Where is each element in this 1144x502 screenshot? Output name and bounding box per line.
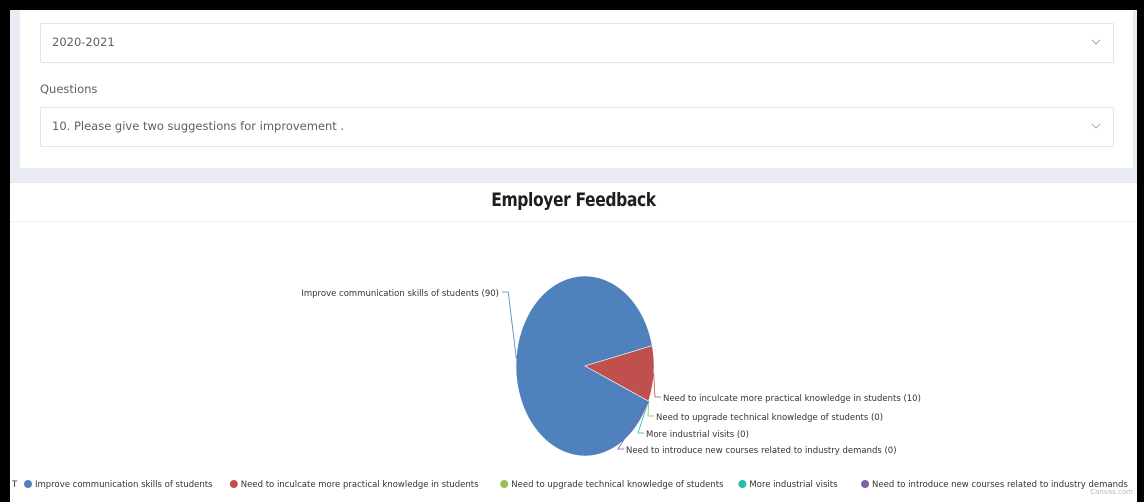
leader-line: [502, 291, 517, 359]
questions-label: Questions: [40, 82, 98, 96]
legend-marker: [738, 480, 747, 488]
chevron-down-icon: [1091, 123, 1101, 129]
year-select[interactable]: 2020-2021: [40, 23, 1114, 63]
legend-item-label: More industrial visits: [749, 480, 838, 490]
leader-line: [647, 400, 654, 417]
legend-item-label: Improve communication skills of students: [35, 480, 213, 490]
page: 2020-2021 Questions 10. Please give two …: [10, 10, 1137, 502]
question-select[interactable]: 10. Please give two suggestions for impr…: [40, 107, 1114, 147]
data-label: Need to upgrade technical knowledge of s…: [656, 413, 883, 423]
year-select-value: 2020-2021: [52, 35, 115, 49]
legend-item-label: Need to upgrade technical knowledge of s…: [511, 480, 724, 490]
question-select-value: 10. Please give two suggestions for impr…: [52, 119, 345, 133]
data-label: Improve communication skills of students…: [301, 289, 499, 299]
pie-chart: Improve communication skills of students…: [11, 275, 1128, 490]
filter-panel: 2020-2021 Questions 10. Please give two …: [20, 10, 1133, 168]
data-label: More industrial visits (0): [646, 430, 749, 440]
legend-item-label: Need to inculcate more practical knowled…: [241, 480, 479, 490]
leader-line: [653, 373, 661, 398]
chart-credit: Canvas.com: [1090, 488, 1133, 496]
legend-marker: [24, 480, 32, 488]
legend-marker: [861, 480, 870, 488]
data-label: Need to introduce new courses related to…: [626, 446, 897, 456]
legend-marker: [500, 480, 509, 488]
legend-marker: [229, 480, 238, 488]
chart-panel: Employer Feedback Improve communication …: [10, 182, 1137, 502]
legend-clipped-text: T: [11, 480, 18, 490]
chevron-down-icon: [1091, 39, 1101, 45]
data-label: Need to inculcate more practical knowled…: [663, 394, 921, 404]
